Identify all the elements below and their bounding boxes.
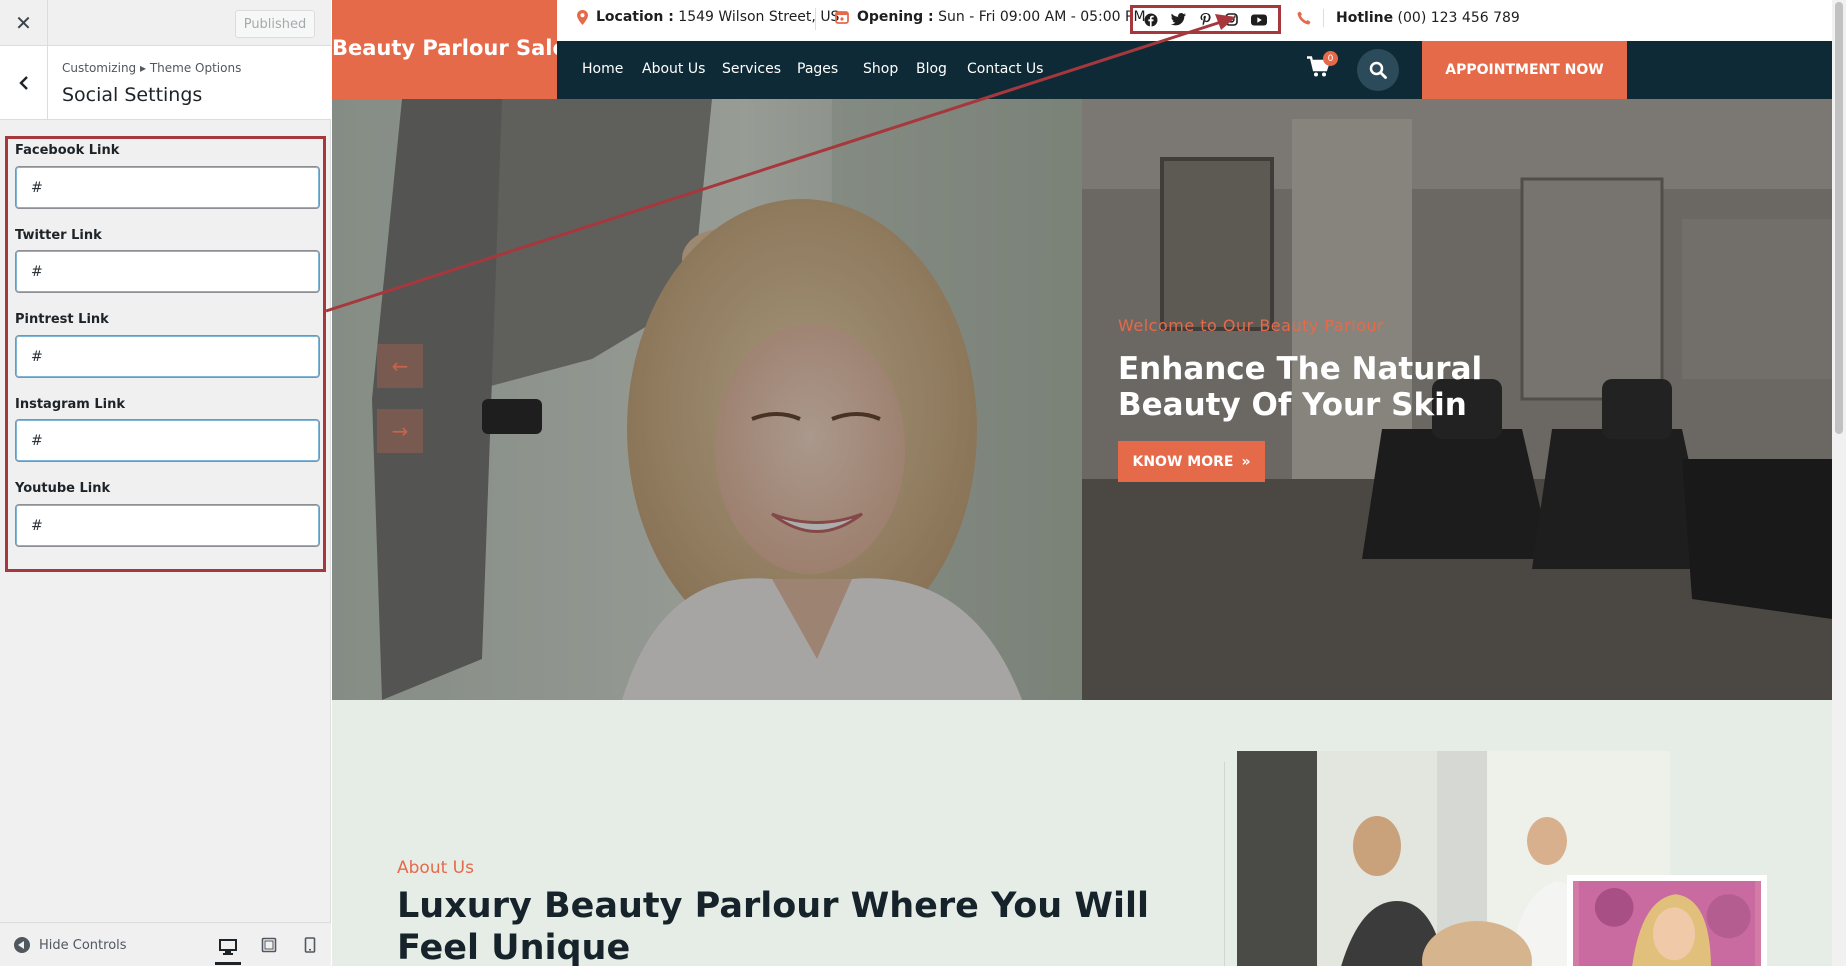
facebook-icon[interactable] bbox=[1144, 13, 1158, 27]
calendar-icon bbox=[835, 11, 849, 24]
nav-pages[interactable]: Pages bbox=[797, 61, 838, 77]
mobile-icon bbox=[304, 937, 316, 953]
tablet-icon bbox=[261, 937, 277, 953]
double-chevron-right-icon: » bbox=[1241, 453, 1251, 470]
facebook-link-input[interactable]: # bbox=[15, 166, 320, 209]
appointment-button[interactable]: APPOINTMENT NOW bbox=[1422, 41, 1627, 99]
facebook-link-label: Facebook Link bbox=[15, 143, 120, 158]
arrow-right-icon: → bbox=[391, 419, 409, 443]
about-title: Luxury Beauty Parlour Where You Will Fee… bbox=[397, 886, 1149, 966]
instagram-icon[interactable] bbox=[1224, 13, 1238, 26]
youtube-link-input[interactable]: # bbox=[15, 504, 320, 547]
hero-eyebrow: Welcome to Our Beauty Parlour bbox=[1118, 316, 1385, 335]
site-preview: Beauty Parlour Salon Location : 1549 Wil… bbox=[332, 0, 1832, 966]
main-navigation: Home About Us Services Pages Shop Blog C… bbox=[557, 41, 1832, 99]
chevron-left-icon bbox=[18, 76, 28, 90]
opening-value: Sun - Fri 09:00 AM - 05:00 PM bbox=[938, 9, 1146, 25]
twitter-link-label: Twitter Link bbox=[15, 228, 102, 243]
slider-next-button[interactable]: → bbox=[377, 409, 423, 453]
pinterest-icon[interactable] bbox=[1200, 12, 1211, 27]
hotline-value: (00) 123 456 789 bbox=[1397, 10, 1520, 26]
preview-desktop-button[interactable] bbox=[215, 931, 241, 965]
opening-info: Opening : Sun - Fri 09:00 AM - 05:00 PM bbox=[835, 9, 1146, 25]
hotline-label: Hotline bbox=[1336, 10, 1394, 26]
cart-count-badge: 0 bbox=[1323, 51, 1338, 66]
section-title: Social Settings bbox=[62, 84, 203, 106]
top-info-bar: Location : 1549 Wilson Street, US Openin… bbox=[557, 0, 1832, 41]
divider bbox=[815, 8, 816, 30]
know-more-button[interactable]: KNOW MORE » bbox=[1118, 441, 1265, 482]
customizer-sidebar: ✕ Published Customizing ▸ Theme Options … bbox=[0, 0, 331, 966]
social-icons bbox=[1130, 5, 1281, 34]
collapse-icon bbox=[14, 937, 30, 953]
customizer-header: ✕ Published bbox=[0, 0, 331, 46]
instagram-link-input[interactable]: # bbox=[15, 419, 320, 462]
close-customizer-button[interactable]: ✕ bbox=[0, 0, 48, 46]
location-label: Location : bbox=[596, 9, 674, 25]
nav-shop[interactable]: Shop bbox=[863, 61, 898, 77]
hotline-info: Hotline (00) 123 456 789 bbox=[1297, 9, 1520, 27]
arrow-left-icon: ← bbox=[391, 354, 409, 378]
hero-slider: ← → Welcome to Our Beauty Parlour Enhanc… bbox=[332, 99, 1832, 700]
hide-controls-button[interactable]: Hide Controls bbox=[14, 937, 127, 953]
close-icon: ✕ bbox=[15, 11, 32, 35]
about-thumbnail-photo bbox=[1567, 875, 1767, 966]
pinterest-link-input[interactable]: # bbox=[15, 335, 320, 378]
location-info: Location : 1549 Wilson Street, US bbox=[577, 9, 839, 25]
breadcrumb: Customizing ▸ Theme Options bbox=[62, 61, 242, 75]
nav-home[interactable]: Home bbox=[582, 61, 623, 77]
site-title[interactable]: Beauty Parlour Salon bbox=[332, 36, 582, 60]
preview-mobile-button[interactable] bbox=[297, 933, 323, 957]
logo-area: Beauty Parlour Salon bbox=[332, 0, 582, 99]
hero-overlay bbox=[332, 99, 1832, 700]
section-header: Customizing ▸ Theme Options Social Setti… bbox=[0, 46, 331, 120]
search-icon bbox=[1369, 61, 1387, 79]
phone-icon bbox=[1297, 11, 1311, 25]
nav-blog[interactable]: Blog bbox=[916, 61, 947, 77]
customizer-footer: Hide Controls bbox=[0, 922, 331, 966]
pinterest-link-label: Pintrest Link bbox=[15, 312, 109, 327]
instagram-link-label: Instagram Link bbox=[15, 397, 126, 412]
scrollbar-thumb[interactable] bbox=[1835, 2, 1843, 434]
back-button[interactable] bbox=[0, 46, 48, 120]
about-section: About Us Luxury Beauty Parlour Where You… bbox=[332, 700, 1832, 966]
nav-about-us[interactable]: About Us bbox=[642, 61, 705, 77]
nav-services[interactable]: Services bbox=[722, 61, 781, 77]
nav-contact-us[interactable]: Contact Us bbox=[967, 61, 1043, 77]
opening-label: Opening : bbox=[857, 9, 934, 25]
twitter-icon[interactable] bbox=[1171, 13, 1187, 26]
image-frame-decoration bbox=[1224, 762, 1228, 966]
youtube-link-label: Youtube Link bbox=[15, 481, 111, 496]
search-button[interactable] bbox=[1357, 49, 1399, 91]
hero-title: Enhance The Natural Beauty Of Your Skin bbox=[1118, 351, 1483, 423]
about-eyebrow: About Us bbox=[397, 858, 474, 878]
preview-scrollbar[interactable] bbox=[1832, 0, 1846, 966]
divider bbox=[1323, 9, 1324, 27]
cart-button[interactable]: 0 bbox=[1307, 51, 1338, 84]
desktop-icon bbox=[219, 938, 237, 955]
map-pin-icon bbox=[577, 9, 588, 25]
slider-prev-button[interactable]: ← bbox=[377, 344, 423, 388]
know-more-label: KNOW MORE bbox=[1132, 453, 1234, 470]
youtube-icon[interactable] bbox=[1251, 14, 1268, 26]
preview-tablet-button[interactable] bbox=[256, 933, 282, 957]
social-links-controls: Facebook Link # Twitter Link # Pintrest … bbox=[5, 136, 326, 572]
hide-controls-label: Hide Controls bbox=[39, 937, 127, 953]
published-button[interactable]: Published bbox=[235, 10, 315, 38]
twitter-link-input[interactable]: # bbox=[15, 250, 320, 293]
